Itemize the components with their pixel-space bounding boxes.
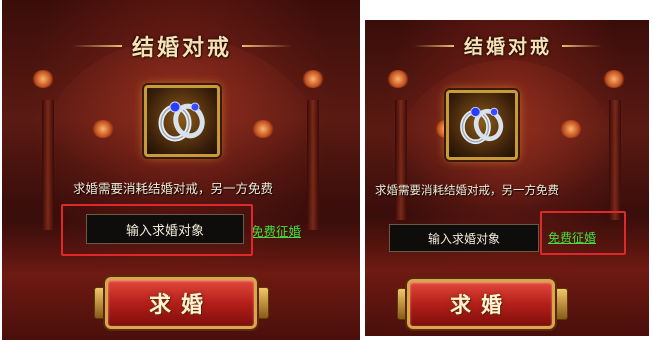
free-matchmaking-link[interactable]: 免费征婚 <box>251 221 301 240</box>
proposal-target-input[interactable]: 输入求婚对象 <box>389 224 539 252</box>
ring-pair-icon <box>460 106 504 145</box>
pillar-decoration <box>42 100 54 230</box>
propose-button[interactable]: 求婚 <box>407 279 555 329</box>
lantern-decoration <box>252 120 274 138</box>
ring-pair-icon <box>158 101 205 142</box>
cost-note: 求婚需要消耗结婚对戒，另一方免费 <box>375 183 559 197</box>
lantern-decoration <box>32 70 54 88</box>
title-ornament-left <box>71 45 122 47</box>
dialog-title-bar: 结婚对戒 <box>395 32 621 59</box>
marriage-ring-panel-left: 结婚对戒 求婚需要消耗结婚对戒，另一方免费 输入求婚对象 免费征婚 求婚 <box>2 0 360 340</box>
dialog-title: 结婚对戒 <box>131 35 232 61</box>
lantern-decoration <box>92 120 114 138</box>
propose-button[interactable]: 求婚 <box>105 277 257 329</box>
pillar-decoration <box>307 100 319 230</box>
lantern-decoration <box>560 120 582 138</box>
marriage-ring-panel-right: 结婚对戒 求婚需要消耗结婚对戒，另一方免费 输入求婚对象 免费征婚 求婚 <box>365 20 649 336</box>
cost-note: 求婚需要消耗结婚对戒，另一方免费 <box>73 181 274 196</box>
propose-button-label: 求婚 <box>148 292 213 318</box>
lantern-decoration <box>387 70 409 88</box>
title-ornament-left <box>413 44 454 47</box>
free-matchmaking-link[interactable]: 免费征婚 <box>548 229 596 246</box>
dialog-title-bar: 结婚对戒 <box>62 30 302 62</box>
lantern-decoration <box>302 70 324 88</box>
pillar-decoration <box>609 100 621 220</box>
wedding-ring-item-slot[interactable] <box>144 85 220 157</box>
dialog-title: 结婚对戒 <box>463 36 552 58</box>
title-ornament-right <box>562 44 602 47</box>
title-ornament-right <box>242 45 292 47</box>
wedding-ring-item-slot[interactable] <box>446 90 518 160</box>
propose-button-label: 求婚 <box>450 292 512 317</box>
lantern-decoration <box>603 70 625 88</box>
proposal-target-input[interactable]: 输入求婚对象 <box>86 214 244 244</box>
pillar-decoration <box>395 100 407 220</box>
